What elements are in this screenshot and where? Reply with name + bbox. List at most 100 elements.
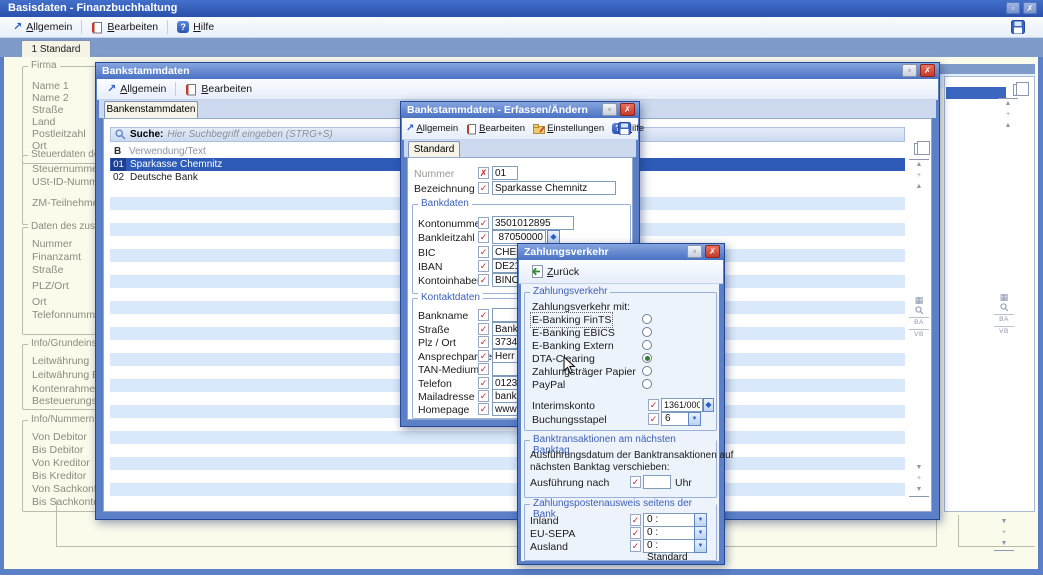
scroll-down-icon[interactable]: ▼ bbox=[909, 463, 929, 474]
option-ebanking-extern[interactable]: E-Banking Extern bbox=[532, 340, 614, 352]
scroll-plus2-icon[interactable]: + bbox=[994, 528, 1014, 539]
bankname-check-icon[interactable]: ✓ bbox=[478, 309, 489, 321]
ausfuehrung-field[interactable] bbox=[643, 475, 671, 489]
column-header-b[interactable]: B bbox=[114, 146, 121, 157]
menu-bearbeiten[interactable]: Bearbeiten bbox=[86, 19, 163, 36]
background-view-icons[interactable]: ▦ BA VB bbox=[994, 292, 1014, 338]
copy-pages-icon[interactable] bbox=[1013, 84, 1024, 96]
interimskonto-lookup-button[interactable]: ◆ bbox=[703, 398, 714, 412]
plz-ort-check-icon[interactable]: ✓ bbox=[478, 336, 489, 348]
buchungsstapel-field[interactable]: 6 bbox=[661, 412, 689, 426]
ausland-check-icon[interactable]: ✓ bbox=[630, 540, 641, 552]
grid-view-icon[interactable]: ▦ bbox=[994, 292, 1014, 303]
scroll-plus-icon[interactable]: + bbox=[998, 110, 1018, 121]
radio-ebanking-fints[interactable] bbox=[642, 314, 652, 324]
main-restore-button[interactable]: ▫ bbox=[1006, 2, 1020, 14]
sort-ba-icon[interactable]: BA bbox=[909, 317, 929, 329]
nummer-flag-icon[interactable]: ✗ bbox=[478, 167, 489, 179]
bank-list-menu-bearbeiten[interactable]: Bearbeiten bbox=[180, 81, 257, 98]
homepage-check-icon[interactable]: ✓ bbox=[478, 403, 489, 415]
bankleitzahl-check-icon[interactable]: ✓ bbox=[478, 231, 489, 243]
edit-menu-allgemein[interactable]: ↗ Allgemein bbox=[404, 121, 460, 136]
tab-standard[interactable]: Standard bbox=[408, 141, 460, 158]
tab-standard-main[interactable]: 1 Standard bbox=[21, 40, 91, 58]
radio-ebanking-extern[interactable] bbox=[642, 340, 652, 350]
bank-list-menu-allgemein[interactable]: ↗ Allgemein bbox=[102, 81, 171, 97]
ansprechpartner-check-icon[interactable]: ✓ bbox=[478, 350, 489, 362]
label-inland: Inland bbox=[530, 515, 559, 527]
buchungsstapel-check-icon[interactable]: ✓ bbox=[648, 413, 659, 425]
edit-save-button[interactable] bbox=[618, 122, 631, 138]
scroll-up-icon[interactable]: ▲ bbox=[998, 121, 1018, 132]
grid-scroll-top-icons[interactable]: ▲ + ▲ bbox=[909, 159, 929, 193]
tab-bankenstammdaten[interactable]: Bankenstammdaten bbox=[104, 101, 198, 118]
scroll-last-icon[interactable]: ▼ bbox=[909, 485, 929, 497]
bankleitzahl-lookup-button[interactable]: ◆ bbox=[547, 230, 560, 244]
ausfuehrung-check-icon[interactable]: ✓ bbox=[630, 476, 641, 488]
ausland-dropdown-button[interactable]: ▼ bbox=[694, 539, 707, 553]
telefon-check-icon[interactable]: ✓ bbox=[478, 377, 489, 389]
radio-paypal[interactable] bbox=[642, 379, 652, 389]
grid-view-icons[interactable]: ▦ BA VB bbox=[909, 295, 929, 341]
sort-vb-icon[interactable]: VB bbox=[909, 329, 929, 341]
payment-close-button[interactable]: ✗ bbox=[705, 245, 720, 258]
inland-dropdown[interactable]: 0 : Standard bbox=[643, 513, 695, 527]
bankleitzahl-field[interactable] bbox=[492, 230, 546, 244]
strasse-check-icon[interactable]: ✓ bbox=[478, 323, 489, 335]
scroll-first-icon[interactable]: ▲ bbox=[998, 98, 1018, 110]
main-close-button[interactable]: ✗ bbox=[1023, 2, 1037, 14]
tan-medium-check-icon[interactable]: ✓ bbox=[478, 363, 489, 375]
grid-scroll-bottom-icons[interactable]: ▼ + ▼ bbox=[909, 463, 929, 497]
bank-list-close-button[interactable]: ✗ bbox=[920, 64, 935, 77]
scroll-first-icon[interactable]: ▲ bbox=[909, 159, 929, 171]
option-zahlungstraeger-papier[interactable]: Zahlungsträger Papier bbox=[532, 366, 636, 378]
interimskonto-check-icon[interactable]: ✓ bbox=[648, 399, 659, 411]
magnifier-icon[interactable] bbox=[909, 306, 929, 317]
bezeichnung-field[interactable] bbox=[492, 181, 616, 195]
eu-sepa-dropdown[interactable]: 0 : Standard bbox=[643, 526, 695, 540]
eu-sepa-dropdown-button[interactable]: ▼ bbox=[694, 526, 707, 540]
copy-pages-icon[interactable] bbox=[914, 143, 925, 155]
kontoinhaber-check-icon[interactable]: ✓ bbox=[478, 274, 489, 286]
column-header-verwendung[interactable]: Verwendung/Text bbox=[129, 146, 206, 157]
scroll-down-icon[interactable]: ▼ bbox=[994, 517, 1014, 528]
radio-dta-clearing[interactable] bbox=[642, 353, 652, 363]
kontonummer-field[interactable] bbox=[492, 216, 574, 230]
inland-dropdown-button[interactable]: ▼ bbox=[694, 513, 707, 527]
nummer-field[interactable] bbox=[492, 166, 518, 180]
edit-menu-einstellungen[interactable]: Einstellungen bbox=[531, 121, 606, 136]
scroll-plus-icon[interactable]: + bbox=[909, 171, 929, 182]
edit-restore-button[interactable]: ▫ bbox=[602, 103, 617, 116]
interimskonto-field[interactable] bbox=[661, 398, 703, 412]
scroll-last-icon[interactable]: ▼ bbox=[994, 539, 1014, 551]
scroll-up-icon[interactable]: ▲ bbox=[909, 182, 929, 193]
edit-close-button[interactable]: ✗ bbox=[620, 103, 635, 116]
magnifier-icon[interactable] bbox=[994, 303, 1014, 314]
iban-check-icon[interactable]: ✓ bbox=[478, 260, 489, 272]
eu-sepa-check-icon[interactable]: ✓ bbox=[630, 527, 641, 539]
sort-ba-icon[interactable]: BA bbox=[994, 314, 1014, 326]
save-button[interactable] bbox=[1011, 20, 1025, 37]
background-scroll-top-icons[interactable]: ▲ + ▲ bbox=[998, 98, 1018, 132]
menu-hilfe[interactable]: ? Hilfe bbox=[172, 19, 219, 35]
edit-menu-bearbeiten[interactable]: Bearbeiten bbox=[464, 121, 527, 137]
radio-zahlungstraeger-papier[interactable] bbox=[642, 366, 652, 376]
bezeichnung-check-icon[interactable]: ✓ bbox=[478, 182, 489, 194]
option-paypal[interactable]: PayPal bbox=[532, 379, 565, 391]
scroll-plus2-icon[interactable]: + bbox=[909, 474, 929, 485]
ausland-dropdown[interactable]: 0 : Standard bbox=[643, 539, 695, 553]
grid-view-icon[interactable]: ▦ bbox=[909, 295, 929, 306]
kontonummer-check-icon[interactable]: ✓ bbox=[478, 217, 489, 229]
radio-ebanking-ebics[interactable] bbox=[642, 327, 652, 337]
mailadresse-check-icon[interactable]: ✓ bbox=[478, 390, 489, 402]
option-ebanking-ebics[interactable]: E-Banking EBICS bbox=[532, 327, 615, 339]
menu-allgemein[interactable]: ↗ Allgemein bbox=[8, 19, 77, 35]
bank-list-restore-button[interactable]: ▫ bbox=[902, 64, 917, 77]
inland-check-icon[interactable]: ✓ bbox=[630, 514, 641, 526]
bic-check-icon[interactable]: ✓ bbox=[478, 246, 489, 258]
buchungsstapel-dropdown-button[interactable]: ▼ bbox=[688, 412, 701, 426]
back-button[interactable]: Zurück bbox=[524, 263, 584, 280]
sort-vb-icon[interactable]: VB bbox=[994, 326, 1014, 338]
option-ebanking-fints[interactable]: E-Banking FinTS bbox=[532, 314, 611, 326]
payment-restore-button[interactable]: ▫ bbox=[687, 245, 702, 258]
